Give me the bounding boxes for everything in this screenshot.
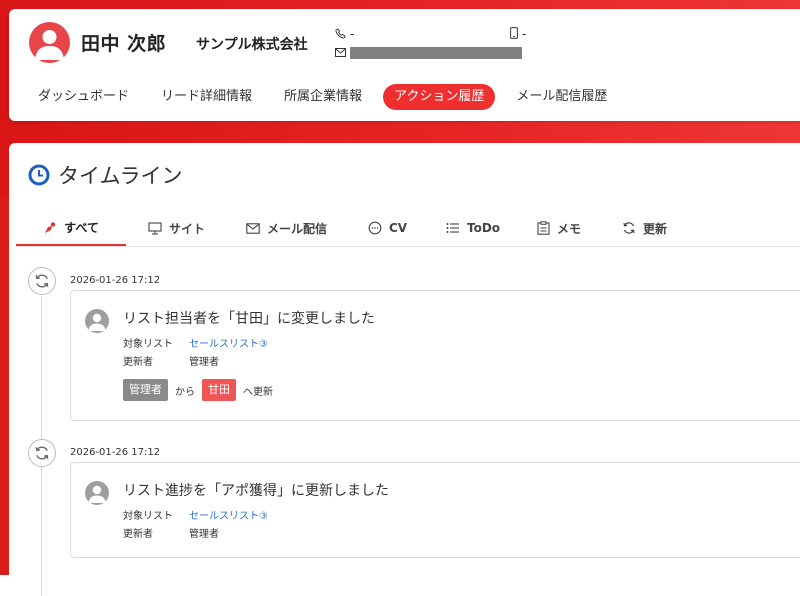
monitor-icon [148,221,162,235]
clipboard-icon [537,221,550,235]
mail-icon [246,222,260,234]
tab-dashboard[interactable]: ダッシュボード [27,84,140,110]
list-icon [446,222,460,234]
lead-name: 田中 次郎 [81,33,167,55]
tab-action-history[interactable]: アクション履歴 [383,84,496,110]
user-avatar-icon [85,481,109,505]
filter-tab-mail[interactable]: メール配信 [246,211,327,245]
avatar [29,22,70,63]
filter-tab-site[interactable]: サイト [148,211,205,245]
company-name: サンプル株式会社 [196,37,308,53]
entry-card: リスト進捗を「アポ獲得」に更新しました 対象リスト セールスリスト③ 更新者 管理者 [70,462,800,558]
from-value-badge: 管理者 [123,379,168,401]
entry-timestamp: 2026-01-26 17:12 [70,447,161,458]
tab-company-info[interactable]: 所属企業情報 [273,84,373,110]
mobile-value: - [522,27,527,41]
filter-tab-update[interactable]: 更新 [622,211,667,245]
change-summary: 管理者 から 甘田 へ更新 [123,379,280,401]
tab-mail-history[interactable]: メール配信履歴 [505,84,618,110]
entry-card: リスト担当者を「甘田」に変更しました 対象リスト セールスリスト③ 更新者 管理者 … [70,290,800,421]
updater-row: 更新者 管理者 [123,529,219,540]
chat-icon [368,221,382,235]
target-list-row: 対象リスト セールスリスト③ [123,511,268,522]
to-value-badge: 甘田 [202,379,236,401]
clock-icon [28,164,50,186]
user-icon [35,30,64,60]
filter-tab-todo[interactable]: ToDo [446,211,500,245]
phone-info: - [335,27,354,42]
mobile-info: - [510,27,526,42]
mobile-icon [510,27,518,42]
all-icon [43,221,57,235]
mail-icon [335,46,346,60]
email-info [335,45,522,60]
updater-row: 更新者 管理者 [123,357,219,368]
timeline-heading: タイムライン [28,160,183,190]
target-list-link[interactable]: セールスリスト③ [189,339,268,350]
user-avatar-icon [85,309,109,333]
entry-title: リスト進捗を「アポ獲得」に更新しました [123,483,389,499]
target-list-row: 対象リスト セールスリスト③ [123,339,268,350]
email-redacted [350,46,522,59]
filter-tab-memo[interactable]: メモ [537,211,581,245]
sync-icon [28,439,56,467]
entry-timestamp: 2026-01-26 17:12 [70,275,161,286]
entry-title: リスト担当者を「甘田」に変更しました [123,311,375,327]
timeline-card: タイムライン すべて サイト メール配信 CV ToDo メモ 更新 2026-… [9,143,800,596]
filter-tab-cv[interactable]: CV [368,211,407,245]
phone-value: - [350,27,355,41]
timeline-title: タイムライン [58,164,183,188]
phone-icon [335,27,346,42]
lead-nav-tabs: ダッシュボード リード詳細情報 所属企業情報 アクション履歴 メール配信履歴 [27,84,628,110]
tab-lead-detail[interactable]: リード詳細情報 [150,84,263,110]
timeline-filter-tabs: すべて サイト メール配信 CV ToDo メモ 更新 [16,211,800,247]
lead-header-card: 田中 次郎 サンプル株式会社 - - ダッシュボード リード詳細情報 所属企業情… [9,9,800,121]
target-list-link[interactable]: セールスリスト③ [189,511,268,522]
sync-icon [622,221,636,235]
sync-icon [28,267,56,295]
filter-tab-all[interactable]: すべて [16,211,126,246]
